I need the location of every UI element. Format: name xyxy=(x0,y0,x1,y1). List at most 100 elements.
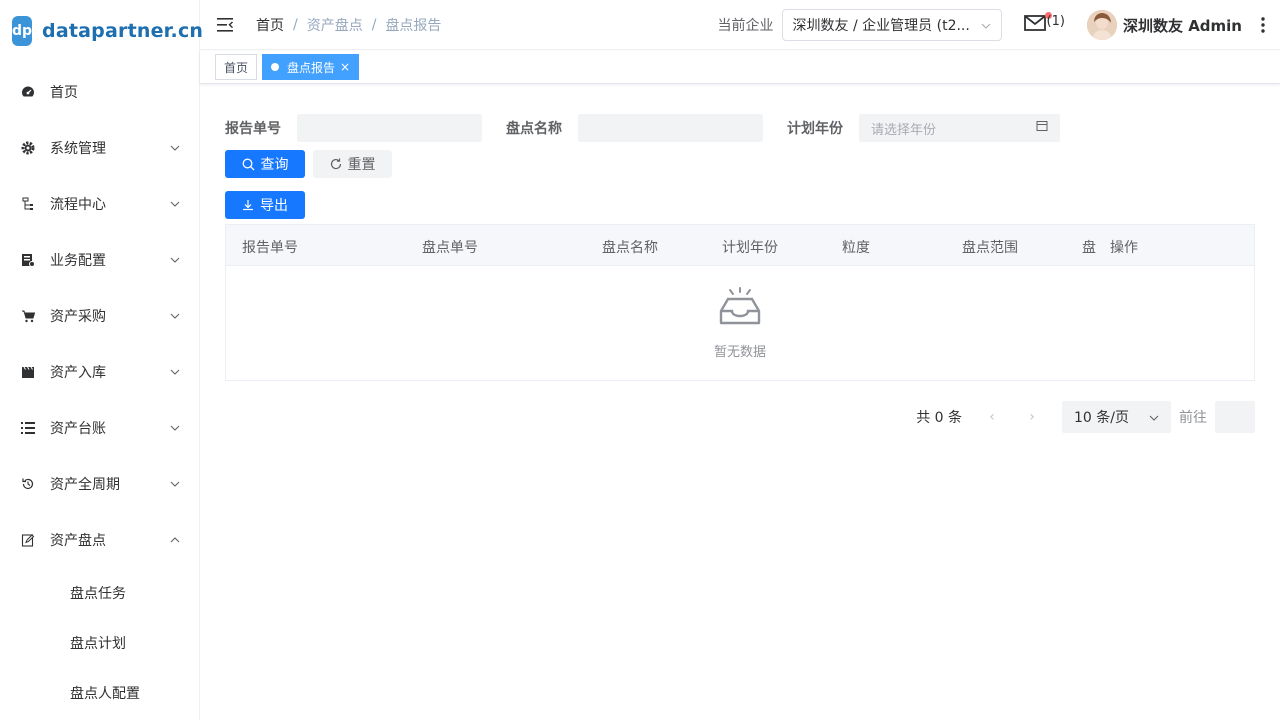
breadcrumb-separator: / xyxy=(371,16,377,33)
dashboard-icon xyxy=(20,84,36,100)
column-header: 操作 xyxy=(1110,240,1138,256)
list-icon xyxy=(20,420,36,436)
chevron-down-icon xyxy=(981,17,991,33)
sidebar-subitem-plan[interactable]: 盘点计划 xyxy=(0,618,199,668)
export-button[interactable]: 导出 xyxy=(225,191,305,219)
company-label: 当前企业 xyxy=(717,18,774,34)
gear-icon xyxy=(20,140,36,156)
goto-label: 前往 xyxy=(1179,410,1207,426)
logo[interactable]: dp datapartner.cn xyxy=(0,0,203,62)
tag-home[interactable]: 首页 xyxy=(215,54,258,80)
mail-button[interactable]: (1) xyxy=(1023,12,1065,35)
pagination-total: 共 0 条 xyxy=(916,410,962,426)
logo-text: datapartner.cn xyxy=(42,20,204,42)
tag-label: 盘点报告 xyxy=(287,60,336,75)
chevron-down-icon xyxy=(169,142,181,154)
sidebar-item-label: 系统管理 xyxy=(50,141,106,157)
active-dot xyxy=(271,63,280,71)
sidebar-item-flow[interactable]: 流程中心 xyxy=(0,176,199,232)
empty-inbox-icon xyxy=(719,287,761,331)
tag-label: 首页 xyxy=(224,60,249,75)
sidebar-item-label: 资产入库 xyxy=(50,365,106,381)
prev-page-button[interactable]: ‹ xyxy=(980,409,1004,425)
mail-count: (1) xyxy=(1046,13,1065,29)
search-icon xyxy=(242,158,255,171)
chevron-down-icon xyxy=(169,366,181,378)
company-select-value: 深圳数友 / 企业管理员 (t2... xyxy=(792,18,970,34)
page-size-select[interactable]: 10 条/页 xyxy=(1062,401,1171,433)
flow-icon xyxy=(20,196,36,212)
search-button[interactable]: 查询 xyxy=(225,150,305,178)
more-vertical-icon[interactable] xyxy=(1256,15,1270,35)
tag-report[interactable]: 盘点报告 × xyxy=(262,54,360,80)
next-page-button[interactable]: › xyxy=(1020,409,1044,425)
sidebar-subitem-task[interactable]: 盘点任务 xyxy=(0,568,199,618)
edit-icon xyxy=(20,532,36,548)
sidebar-subitem-checker-config[interactable]: 盘点人配置 xyxy=(0,668,199,718)
logo-badge: dp xyxy=(12,16,33,46)
company-select[interactable]: 深圳数友 / 企业管理员 (t2... xyxy=(781,9,1002,41)
column-header: 盘 xyxy=(1082,240,1096,256)
sidebar: dp datapartner.cn 首页 系统管理 流程中心 业务配置 资产采购… xyxy=(0,0,203,720)
column-header: 计划年份 xyxy=(722,240,778,256)
reset-button[interactable]: 重置 xyxy=(313,150,392,178)
sidebar-item-ledger[interactable]: 资产台账 xyxy=(0,400,199,456)
sidebar-item-lifecycle[interactable]: 资产全周期 xyxy=(0,456,199,512)
user-name: 深圳数友 Admin xyxy=(1122,16,1242,35)
column-header: 粒度 xyxy=(842,240,870,256)
sidebar-item-inventory[interactable]: 资产盘点 xyxy=(0,512,199,568)
sidebar-item-label: 资产盘点 xyxy=(50,533,106,549)
column-header: 盘点单号 xyxy=(422,240,478,256)
tags-view: 首页 盘点报告 × xyxy=(200,51,1280,84)
sidebar-item-label: 资产采购 xyxy=(50,309,106,325)
reset-button-label: 重置 xyxy=(347,157,376,173)
calendar-icon xyxy=(1036,120,1048,136)
top-header: 首页 / 资产盘点 / 盘点报告 当前企业 深圳数友 / 企业管理员 (t2..… xyxy=(200,0,1280,50)
sidebar-item-label: 业务配置 xyxy=(50,253,106,269)
breadcrumb-home[interactable]: 首页 xyxy=(256,15,284,35)
chevron-down-icon xyxy=(1149,409,1159,425)
sidebar-item-label: 流程中心 xyxy=(50,197,106,213)
chevron-down-icon xyxy=(169,478,181,490)
toolbar: 导出 xyxy=(225,191,305,219)
plan-year-placeholder: 请选择年份 xyxy=(871,122,937,138)
report-table: 报告单号 盘点单号 盘点名称 计划年份 粒度 盘点范围 盘 操作 暂无数据 xyxy=(225,224,1255,381)
chevron-up-icon xyxy=(169,534,181,546)
filter-actions: 查询 重置 xyxy=(225,150,392,178)
report-no-label: 报告单号 xyxy=(225,121,281,137)
chevron-down-icon xyxy=(169,198,181,210)
cycle-icon xyxy=(20,476,36,492)
table-header: 报告单号 盘点单号 盘点名称 计划年份 粒度 盘点范围 盘 操作 xyxy=(226,225,1254,266)
report-no-input[interactable] xyxy=(297,114,482,142)
page-jump-input[interactable] xyxy=(1215,401,1255,433)
sidebar-item-home[interactable]: 首页 xyxy=(0,64,199,120)
plan-year-label: 计划年份 xyxy=(787,121,843,137)
check-name-label: 盘点名称 xyxy=(506,121,562,137)
sidebar-item-label: 资产全周期 xyxy=(50,477,120,493)
chevron-down-icon xyxy=(169,422,181,434)
empty-state: 暂无数据 xyxy=(226,287,1254,360)
user-menu[interactable]: 深圳数友 Admin xyxy=(1086,10,1242,40)
breadcrumb: 首页 / 资产盘点 / 盘点报告 xyxy=(256,15,441,35)
close-icon[interactable]: × xyxy=(340,60,350,74)
column-header: 盘点名称 xyxy=(602,240,658,256)
check-name-input[interactable] xyxy=(578,114,763,142)
page-size-value: 10 条/页 xyxy=(1074,410,1129,426)
plan-year-picker[interactable]: 请选择年份 xyxy=(859,114,1060,142)
cart-icon xyxy=(20,308,36,324)
sidebar-item-system[interactable]: 系统管理 xyxy=(0,120,199,176)
header-right: 当前企业 深圳数友 / 企业管理员 (t2... (1) 深圳数友 Admin xyxy=(718,0,1280,50)
business-icon xyxy=(20,252,36,268)
column-header: 报告单号 xyxy=(242,240,298,256)
sidebar-item-inbound[interactable]: 资产入库 xyxy=(0,344,199,400)
filter-form: 报告单号 盘点名称 计划年份 请选择年份 xyxy=(225,114,1060,142)
column-header: 盘点范围 xyxy=(962,240,1018,256)
hamburger-icon[interactable] xyxy=(216,16,234,34)
clapper-icon xyxy=(20,364,36,380)
breadcrumb-inventory: 资产盘点 xyxy=(306,17,363,34)
refresh-icon xyxy=(330,158,342,170)
chevron-down-icon xyxy=(169,310,181,322)
breadcrumb-separator: / xyxy=(293,16,298,33)
sidebar-item-purchase[interactable]: 资产采购 xyxy=(0,288,199,344)
sidebar-item-business[interactable]: 业务配置 xyxy=(0,232,199,288)
